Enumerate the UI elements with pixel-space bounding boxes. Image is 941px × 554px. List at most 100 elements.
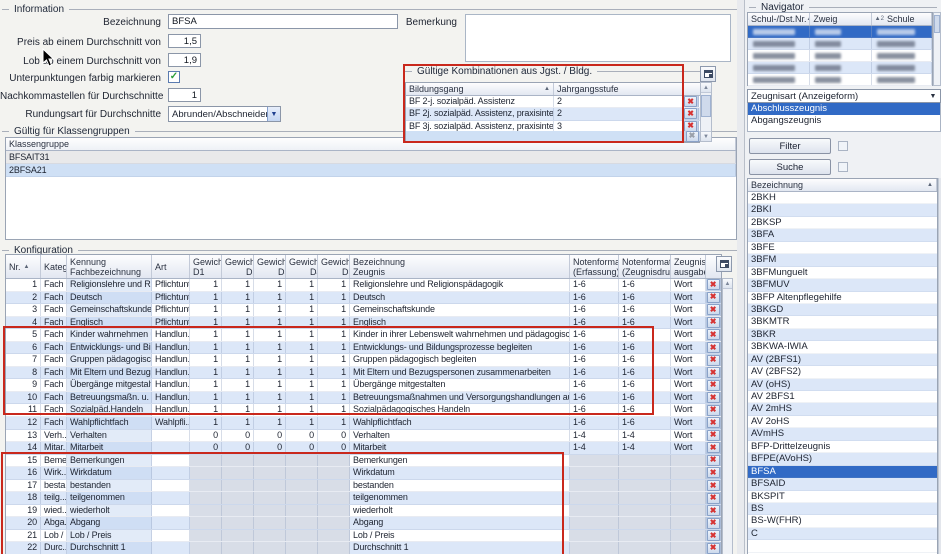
- delete-row-button[interactable]: ✖: [706, 467, 721, 479]
- zeugnisart-select[interactable]: Zeugnisart (Anzeigeform) ▼: [747, 89, 941, 103]
- navigator-table-scrollbar[interactable]: [933, 12, 941, 86]
- column-header-gewicht-d2[interactable]: Gewicht D2: [222, 255, 254, 278]
- filter-button[interactable]: Filter: [749, 138, 831, 154]
- column-header-jahrgangsstufe[interactable]: Jahrgangsstufe: [554, 83, 683, 95]
- delete-row-button[interactable]: ✖: [706, 392, 721, 404]
- konfiguration-row[interactable]: 6 Fach Entwicklungs- und Bil... Handlun.…: [6, 342, 721, 355]
- konfiguration-row[interactable]: 21 Lob / ... Lob / Preis Lob / Preis ✖: [6, 530, 721, 543]
- kombination-row[interactable]: BF 2j. sozialpäd. Assistenz, praxisinteg…: [406, 108, 700, 120]
- delete-row-button[interactable]: ✖: [706, 455, 721, 467]
- delete-row-button[interactable]: ✖: [706, 442, 721, 454]
- bezeichnung-list-item[interactable]: BKSPIT: [748, 491, 937, 503]
- konfiguration-row[interactable]: 11 Fach Sozialpäd.Handeln Handlun... 1 1…: [6, 404, 721, 417]
- bezeichnung-list-item[interactable]: 2BKI: [748, 204, 937, 216]
- bezeichnung-list-item[interactable]: 3BKR: [748, 329, 937, 341]
- delete-row-button[interactable]: ✖: [683, 108, 699, 119]
- konfiguration-row[interactable]: 10 Fach Betreuungsmaßn. u. ... Handlun..…: [6, 392, 721, 405]
- column-header-notenformat-erfassung[interactable]: Notenformat (Erfassung): [570, 255, 619, 278]
- delete-row-button[interactable]: ✖: [706, 304, 721, 316]
- delete-row-button[interactable]: ✖: [706, 317, 721, 329]
- bezeichnung-list-item[interactable]: [748, 540, 937, 552]
- konfiguration-row[interactable]: 22 Durc... Durchschnitt 1 Durchschnitt 1…: [6, 542, 721, 554]
- konfiguration-row[interactable]: 3 Fach Gemeinschaftskunde Pflichtunt 1 1…: [6, 304, 721, 317]
- column-header-gewicht-d4[interactable]: Gewicht D4: [286, 255, 318, 278]
- column-header-kennung[interactable]: Kennung Fachbezeichnung: [67, 255, 152, 278]
- bezeichnung-list-item[interactable]: AVmHS: [748, 428, 937, 440]
- konfiguration-row[interactable]: 7 Fach Gruppen pädagogisch... Handlun...…: [6, 354, 721, 367]
- scroll-up-icon[interactable]: ▲: [723, 279, 732, 289]
- delete-row-button[interactable]: ✖: [706, 379, 721, 391]
- bezeichnung-list-item[interactable]: 3BKWA-IWIA: [748, 341, 937, 353]
- column-header-gewicht-d1[interactable]: Gewicht D1: [190, 255, 222, 278]
- delete-row-button[interactable]: ✖: [706, 430, 721, 442]
- column-header-art[interactable]: Art: [152, 255, 190, 278]
- chevron-down-icon[interactable]: ▼: [267, 107, 280, 121]
- delete-row-button[interactable]: ✖: [706, 480, 721, 492]
- unterpunktungen-checkbox[interactable]: ✓: [168, 71, 180, 83]
- bezeichnung-list-item[interactable]: AV (2BFS2): [748, 366, 937, 378]
- kombination-empty-row[interactable]: [405, 131, 684, 142]
- bezeichnung-list-item[interactable]: 2BKH: [748, 192, 937, 204]
- column-header-zweig[interactable]: Zweig: [810, 13, 871, 25]
- scroll-down-icon[interactable]: ▼: [701, 131, 711, 141]
- rundungsart-select[interactable]: Abrunden/Abschneiden ▼: [168, 106, 281, 122]
- school-row-redacted[interactable]: [748, 50, 932, 62]
- delete-row-button[interactable]: ✖: [706, 279, 721, 291]
- delete-row-button[interactable]: ✖: [706, 517, 721, 529]
- bezeichnung-list-item[interactable]: BFP-Drittelzeugnis: [748, 441, 937, 453]
- suche-button[interactable]: Suche: [749, 159, 831, 175]
- konfiguration-row[interactable]: 2 Fach Deutsch Pflichtunt 1 1 1 1 1 Deut…: [6, 292, 721, 305]
- bezeichnung-list-item[interactable]: C: [748, 528, 937, 540]
- konfiguration-row[interactable]: 9 Fach Übergänge mitgestalt... Handlun..…: [6, 379, 721, 392]
- konfiguration-row[interactable]: 5 Fach Kinder wahrnehmen u... Handlun...…: [6, 329, 721, 342]
- scroll-up-icon[interactable]: ▲: [701, 83, 711, 93]
- nachkommastellen-input[interactable]: [168, 88, 201, 102]
- column-header-gewicht-d3[interactable]: Gewicht D3: [254, 255, 286, 278]
- delete-row-button[interactable]: ✖: [706, 354, 721, 366]
- konfiguration-row[interactable]: 13 Verh... Verhalten 0 0 0 0 0 Verhalten…: [6, 430, 721, 443]
- column-header-schulnr[interactable]: Schul-/Dst.Nr.▲1: [748, 13, 810, 25]
- bezeichnung-list-item[interactable]: BS-W(FHR): [748, 515, 937, 527]
- bezeichnung-list-item[interactable]: 3BFE: [748, 242, 937, 254]
- konfiguration-scrollbar[interactable]: ▲: [722, 278, 733, 554]
- school-row-redacted[interactable]: [748, 38, 932, 50]
- konfiguration-row[interactable]: 12 Fach Wahlpflichtfach Wahlpfli... 1 1 …: [6, 417, 721, 430]
- bezeichnung-list-item[interactable]: 3BFMunguelt: [748, 267, 937, 279]
- customize-columns-button[interactable]: [700, 66, 716, 82]
- column-header-zeugnisausgabe[interactable]: Zeugnis- ausgabe: [671, 255, 706, 278]
- bezeichnung-list-item[interactable]: AV 2oHS: [748, 416, 937, 428]
- school-row-redacted[interactable]: [748, 74, 932, 86]
- column-header-schule[interactable]: ▲2Schule: [872, 13, 932, 25]
- lob-input[interactable]: [168, 53, 201, 67]
- column-header-bezeichnung[interactable]: Bezeichnung▲: [748, 179, 937, 191]
- column-header-bildungsgang[interactable]: Bildungsgang▲: [406, 83, 554, 95]
- bezeichnung-list-item[interactable]: 3BFP Altenpflegehilfe: [748, 292, 937, 304]
- konfiguration-row[interactable]: 15 Beme... Bemerkungen Bemerkungen ✖: [6, 455, 721, 468]
- delete-row-button[interactable]: ✖: [683, 96, 699, 107]
- filter-checkbox[interactable]: [838, 141, 848, 151]
- konfiguration-row[interactable]: 1 Fach Religionslehre und R... Pflichtun…: [6, 279, 721, 292]
- scroll-thumb[interactable]: [701, 95, 711, 117]
- column-header-gewicht-d5[interactable]: Gewicht D5: [318, 255, 350, 278]
- delete-row-button[interactable]: ✖: [706, 417, 721, 429]
- konfiguration-row[interactable]: 19 wied... wiederholt wiederholt ✖: [6, 505, 721, 518]
- delete-row-button[interactable]: ✖: [706, 292, 721, 304]
- bezeichnung-list-item[interactable]: 3BFA: [748, 229, 937, 241]
- bezeichnung-list-item[interactable]: BFSAID: [748, 478, 937, 490]
- bezeichnung-list-item[interactable]: 3BKMTR: [748, 316, 937, 328]
- customize-columns-button[interactable]: [716, 256, 732, 272]
- bezeichnung-list-item[interactable]: 3BFM: [748, 254, 937, 266]
- klassengruppe-row[interactable]: 2BFSA21: [6, 164, 736, 177]
- delete-row-button[interactable]: ✖: [706, 505, 721, 517]
- kombinationen-scrollbar[interactable]: ▲ ▼: [700, 82, 712, 142]
- bezeichnung-list-item[interactable]: BS: [748, 503, 937, 515]
- column-header-nr[interactable]: Nr.▲: [6, 255, 41, 278]
- bezeichnung-list-item[interactable]: AV (oHS): [748, 379, 937, 391]
- klassengruppe-row[interactable]: BFSAIT31: [6, 151, 736, 164]
- delete-row-button[interactable]: ✖: [706, 542, 721, 554]
- delete-row-button[interactable]: ✖: [706, 367, 721, 379]
- konfiguration-row[interactable]: 4 Fach Englisch Pflichtunt 1 1 1 1 1 Eng…: [6, 317, 721, 330]
- konfiguration-row[interactable]: 20 Abga... Abgang Abgang ✖: [6, 517, 721, 530]
- panel-splitter[interactable]: [737, 0, 745, 554]
- konfiguration-row[interactable]: 8 Fach Mit Eltern und Bezugs... Handlun.…: [6, 367, 721, 380]
